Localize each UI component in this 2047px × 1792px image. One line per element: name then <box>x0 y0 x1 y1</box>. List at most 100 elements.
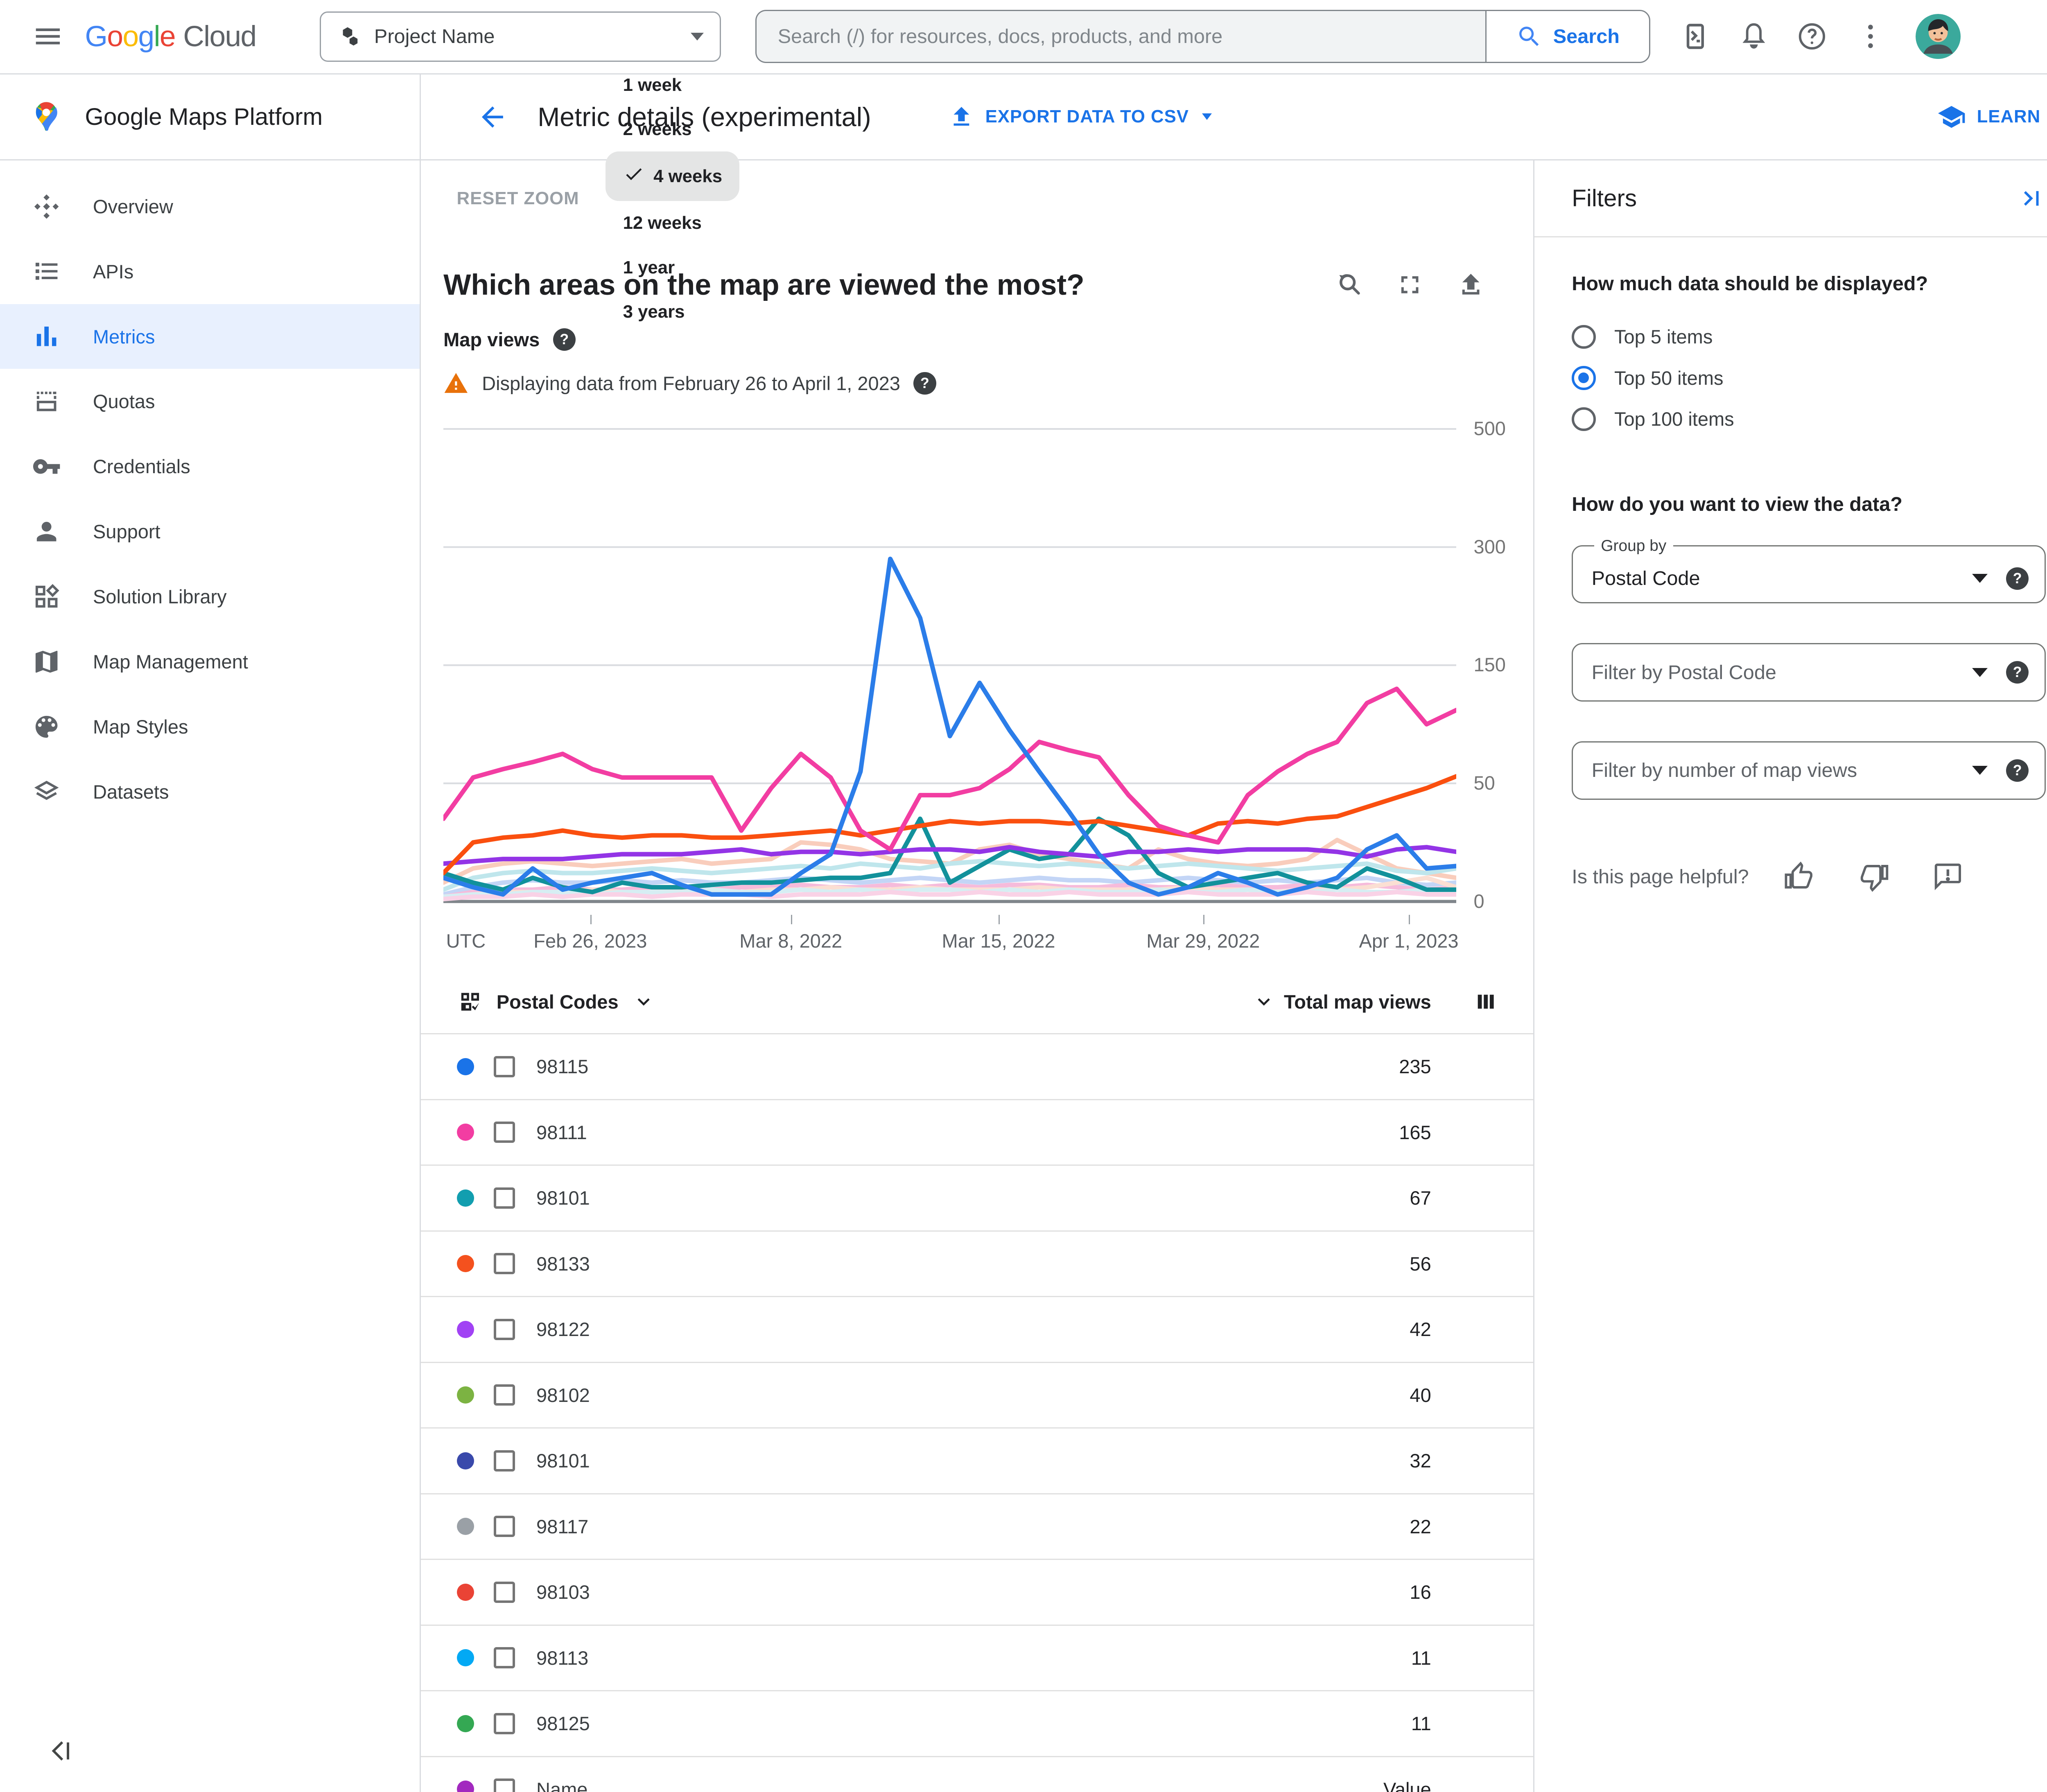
table-row: 98125 11 <box>420 1691 1534 1757</box>
view-columns-icon[interactable] <box>1474 990 1498 1013</box>
sidebar: Google Maps Platform Overview APIs Metrics… <box>0 74 421 1792</box>
row-checkbox[interactable] <box>494 1318 515 1340</box>
filter-views-help-icon[interactable]: ? <box>2006 759 2029 782</box>
sidebar-collapse-icon[interactable] <box>48 1736 77 1765</box>
radio-top-50-items[interactable]: Top 50 items <box>1572 357 2046 399</box>
sort-descending-icon[interactable] <box>1252 990 1276 1013</box>
radio-top-100-items[interactable]: Top 100 items <box>1572 399 2046 440</box>
export-csv-button[interactable]: EXPORT DATA TO CSV <box>948 104 1212 130</box>
radio-button-icon[interactable] <box>1572 407 1596 431</box>
school-icon <box>1938 106 1965 128</box>
sidebar-item-overview[interactable]: Overview <box>0 174 420 239</box>
postal-code: 98111 <box>536 1121 587 1143</box>
filter-postal-code-select[interactable]: Filter by Postal Code ? <box>1572 643 2046 702</box>
sidebar-nav: Overview APIs Metrics Quotas Credentials Supp… <box>0 160 420 824</box>
reset-zoom-button[interactable]: RESET ZOOM <box>457 188 579 209</box>
range-chip-12-weeks[interactable]: 12 weeks <box>606 201 739 245</box>
value-column-header[interactable]: Total map views <box>1284 991 1431 1013</box>
search-button[interactable]: Search <box>1485 10 1650 63</box>
overview-icon <box>32 192 61 221</box>
back-arrow-icon[interactable] <box>477 101 508 133</box>
sidebar-item-support[interactable]: Support <box>0 499 420 564</box>
row-checkbox[interactable] <box>494 1056 515 1077</box>
sidebar-item-solution-library[interactable]: Solution Library <box>0 564 420 629</box>
sidebar-item-datasets[interactable]: Datasets <box>0 759 420 824</box>
total-map-views: 32 <box>1410 1450 1431 1472</box>
row-checkbox[interactable] <box>494 1187 515 1209</box>
warning-help-icon[interactable]: ? <box>913 372 936 395</box>
sidebar-item-label: Metrics <box>93 325 155 348</box>
sidebar-item-map-styles[interactable]: Map Styles <box>0 694 420 759</box>
fullscreen-icon[interactable] <box>1395 270 1424 299</box>
project-selector[interactable]: Project Name <box>320 11 721 62</box>
topbar-icons <box>1669 10 1961 63</box>
panel-collapse-icon[interactable] <box>2017 184 2046 213</box>
table-row: 98122 42 <box>420 1297 1534 1363</box>
row-checkbox[interactable] <box>494 1253 515 1275</box>
learn-button[interactable]: LEARN <box>1937 102 2040 131</box>
postal-code: 98115 <box>536 1056 589 1078</box>
x-axis-tick <box>998 915 1000 924</box>
filter-map-views-select[interactable]: Filter by number of map views ? <box>1572 741 2046 800</box>
postal-code: 98113 <box>536 1647 589 1669</box>
sidebar-item-label: Support <box>93 521 160 543</box>
date-range-warning: Displaying data from February 26 to Apri… <box>482 372 900 394</box>
thumbs-up-icon[interactable] <box>1783 861 1815 893</box>
group-by-select[interactable]: Group by Postal Code ? <box>1572 537 2046 603</box>
y-axis-label: 300 <box>1473 535 1506 557</box>
checklist-grid-icon <box>461 993 479 1011</box>
series-color-dot <box>456 1320 474 1338</box>
cloud-shell-icon[interactable] <box>1669 10 1722 63</box>
range-chip-1-week[interactable]: 1 week <box>606 63 739 107</box>
group-by-help-icon[interactable]: ? <box>2006 567 2029 590</box>
google-cloud-logo: Google Cloud <box>85 20 257 53</box>
project-name: Project Name <box>374 25 495 48</box>
metric-help-icon[interactable]: ? <box>553 328 576 351</box>
feedback-icon[interactable] <box>1932 861 1964 893</box>
group-by-label: Group by <box>1601 537 1667 555</box>
avatar[interactable] <box>1916 14 1961 59</box>
series-color-dot <box>456 1189 474 1207</box>
reset-zoom-search-icon[interactable] <box>1334 270 1363 299</box>
row-checkbox[interactable] <box>494 1516 515 1537</box>
row-checkbox[interactable] <box>494 1581 515 1603</box>
hamburger-menu-icon[interactable] <box>21 10 75 63</box>
x-axis-label: Feb 26, 2023 <box>533 930 647 952</box>
thumbs-down-icon[interactable] <box>1858 861 1890 893</box>
row-checkbox[interactable] <box>494 1384 515 1406</box>
group-selector[interactable]: Postal Codes <box>457 989 656 1015</box>
search-input[interactable] <box>777 25 1464 48</box>
x-axis-tick <box>590 915 592 924</box>
sidebar-item-map-management[interactable]: Map Management <box>0 629 420 694</box>
search-input-wrap[interactable] <box>755 10 1486 63</box>
radio-button-icon[interactable] <box>1572 325 1596 349</box>
radio-top-5-items[interactable]: Top 5 items <box>1572 316 2046 358</box>
row-checkbox[interactable] <box>494 1713 515 1734</box>
sidebar-item-quotas[interactable]: Quotas <box>0 369 420 434</box>
x-axis-tick <box>1409 915 1410 924</box>
chevron-down-icon <box>632 990 655 1013</box>
help-icon[interactable] <box>1785 10 1839 63</box>
notifications-bell-icon[interactable] <box>1727 10 1780 63</box>
radio-button-icon[interactable] <box>1572 366 1596 390</box>
row-checkbox[interactable] <box>494 1450 515 1472</box>
export-chart-icon[interactable] <box>1456 270 1485 299</box>
sidebar-item-label: Solution Library <box>93 586 227 608</box>
google-maps-platform-logo <box>36 102 58 131</box>
row-checkbox[interactable] <box>494 1122 515 1143</box>
row-checkbox[interactable] <box>494 1647 515 1669</box>
time-range-toolbar: RESET ZOOM 1 week 2 weeks 4 weeks 12 weeks 1… <box>421 75 1533 322</box>
row-checkbox[interactable] <box>494 1778 515 1792</box>
apis-icon <box>32 257 61 286</box>
topbar: Google Cloud Project Name Search <box>0 0 2047 74</box>
sidebar-item-apis[interactable]: APIs <box>0 239 420 304</box>
sidebar-item-metrics[interactable]: Metrics <box>0 304 420 369</box>
sidebar-item-credentials[interactable]: Credentials <box>0 434 420 499</box>
filter-postal-help-icon[interactable]: ? <box>2006 661 2029 684</box>
line-chart[interactable]: 0 50 150 300 500 <box>443 418 1532 912</box>
total-map-views: 16 <box>1410 1581 1431 1603</box>
more-vert-icon[interactable] <box>1844 10 1897 63</box>
range-chip-2-weeks[interactable]: 2 weeks <box>606 107 739 151</box>
series-98115 <box>443 557 1457 897</box>
range-chip-4-weeks[interactable]: 4 weeks <box>606 151 740 201</box>
